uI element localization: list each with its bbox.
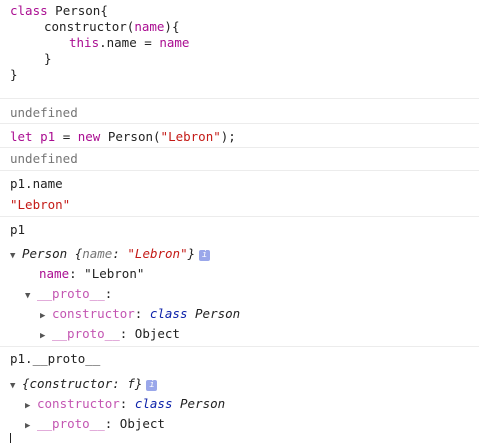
output-p1-name[interactable]: "Lebron" — [10, 197, 70, 213]
property-value: "Lebron" — [84, 266, 145, 281]
output-undefined: undefined — [10, 151, 78, 166]
paren-brace: ){ — [164, 19, 180, 34]
info-icon[interactable]: i — [199, 250, 211, 261]
property-value: Person — [187, 306, 241, 321]
code-line-close-outer: } — [10, 67, 18, 83]
this-keyword: this — [69, 35, 100, 50]
property-value: Person — [172, 396, 226, 411]
close-brace: } — [10, 67, 18, 82]
code-line-assign: this.name = name — [69, 35, 189, 51]
input-proto: p1.__proto__ — [10, 351, 101, 366]
collapse-triangle-icon[interactable]: ▶ — [25, 398, 37, 414]
property-key: name — [39, 266, 70, 281]
collapse-triangle-icon[interactable]: ▶ — [25, 418, 37, 434]
property-key: __proto__ — [37, 416, 105, 431]
colon: : — [119, 326, 135, 341]
keyword: class — [10, 3, 48, 18]
input-let-line: let p1 = new Person("Lebron"); — [10, 129, 236, 145]
expand-triangle-icon[interactable]: ▼ — [10, 378, 22, 394]
property-value: Object — [119, 416, 165, 431]
prop-access: .name — [99, 35, 137, 50]
input-p1-name: p1.name — [10, 176, 63, 191]
colon: : — [104, 416, 120, 431]
equals: = — [136, 35, 160, 50]
variable: p1 — [40, 129, 56, 144]
property-value: Object — [134, 326, 180, 341]
property-constructor[interactable]: ▶ constructor: class Person — [25, 396, 225, 414]
code-line-constructor: constructor(name){ — [44, 19, 179, 35]
code-line-class: class Person{ — [10, 3, 108, 19]
divider — [0, 346, 479, 347]
colon: : — [104, 286, 113, 301]
call-end: ); — [220, 129, 236, 144]
property-key: __proto__ — [52, 326, 120, 341]
expand-triangle-icon[interactable]: ▼ — [10, 248, 22, 264]
input-p1: p1 — [10, 222, 26, 237]
property-name: name: "Lebron" — [39, 266, 144, 282]
summary-key: name — [82, 246, 113, 261]
object-summary-proto[interactable]: ▼ {constructor: f} i — [10, 376, 158, 394]
object-summary-person[interactable]: ▼ Person {name: "Lebron"} i — [10, 246, 211, 264]
let-keyword: let — [10, 129, 33, 144]
property-proto-nested[interactable]: ▶ __proto__: Object — [25, 416, 165, 434]
info-icon[interactable]: i — [146, 380, 158, 391]
class-keyword: class — [149, 306, 188, 321]
param: name — [134, 19, 165, 34]
property-constructor[interactable]: ▶ constructor: class Person — [40, 306, 240, 324]
string-arg: "Lebron" — [160, 129, 221, 144]
object-summary: {constructor: f} — [22, 376, 143, 391]
divider — [0, 216, 479, 217]
object-class: Person — [22, 246, 75, 261]
divider — [0, 147, 479, 148]
code-line-close-inner: } — [44, 51, 52, 67]
property-key: constructor — [37, 396, 120, 411]
colon: : — [119, 396, 135, 411]
summary-value: "Lebron" — [127, 246, 188, 261]
brace: { — [100, 3, 108, 18]
equals: = — [55, 129, 78, 144]
colon: : — [134, 306, 150, 321]
call: Person( — [100, 129, 161, 144]
divider — [0, 123, 479, 124]
colon: : — [112, 246, 128, 261]
property-key: constructor — [52, 306, 135, 321]
class-name: Person — [55, 3, 101, 18]
property-key: __proto__ — [37, 286, 105, 301]
divider — [0, 170, 479, 171]
constructor-keyword: constructor( — [44, 19, 135, 34]
class-keyword: class — [134, 396, 173, 411]
input-cursor[interactable] — [10, 433, 11, 443]
colon: : — [69, 266, 85, 281]
property-proto[interactable]: ▼ __proto__: — [25, 286, 112, 304]
property-proto-nested[interactable]: ▶ __proto__: Object — [40, 326, 180, 344]
new-keyword: new — [77, 129, 101, 144]
collapse-triangle-icon[interactable]: ▶ — [40, 328, 52, 344]
brace: } — [187, 246, 196, 261]
close-brace: } — [44, 51, 52, 66]
expand-triangle-icon[interactable]: ▼ — [25, 288, 37, 304]
value: name — [159, 35, 190, 50]
collapse-triangle-icon[interactable]: ▶ — [40, 308, 52, 324]
output-undefined: undefined — [10, 105, 78, 120]
divider — [0, 98, 479, 99]
